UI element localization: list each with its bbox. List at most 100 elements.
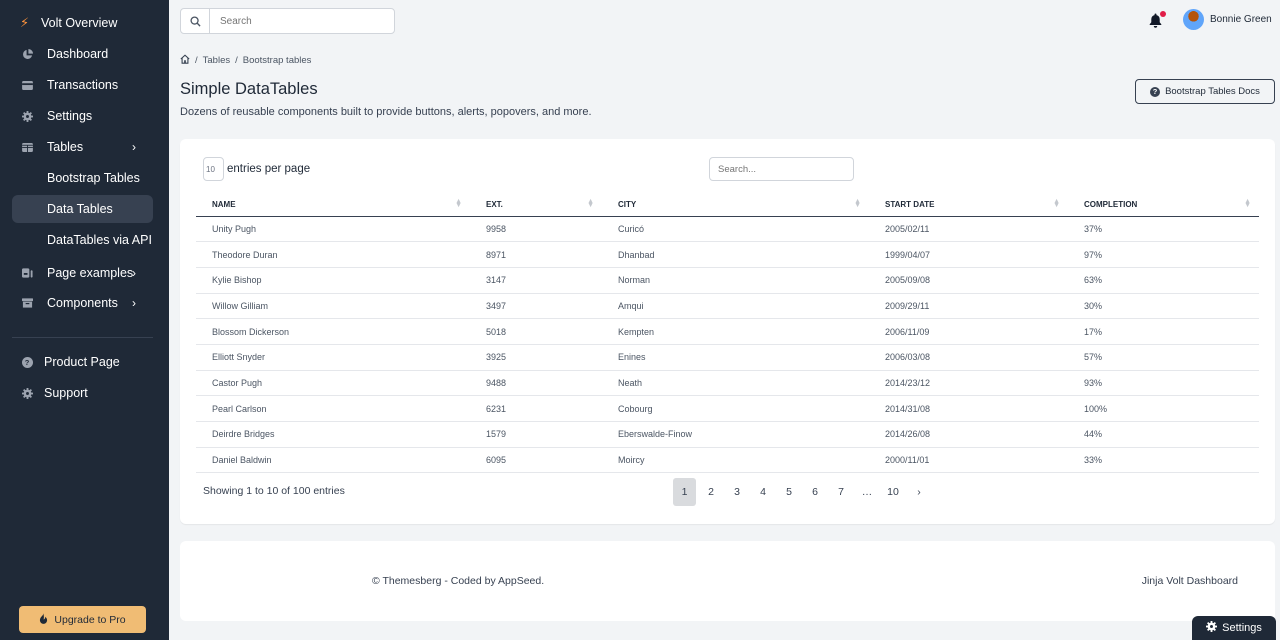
brand-link[interactable]: ⚡ Volt Overview (20, 12, 117, 34)
fire-icon (39, 612, 48, 627)
upgrade-to-pro-button[interactable]: Upgrade to Pro (19, 606, 146, 633)
sidebar-item-page-examples[interactable]: Page examples › (12, 259, 153, 287)
page-4[interactable]: 4 (750, 478, 776, 506)
table-row: Elliott Snyder 3925 Enines 2006/03/08 57% (196, 344, 1259, 371)
table-row: Unity Pugh 9958 Curicó 2005/02/11 37% (196, 216, 1259, 243)
chevron-right-icon: › (132, 266, 136, 280)
cell-city: Enines (602, 344, 869, 371)
sidebar-item-bootstrap-tables[interactable]: Bootstrap Tables (12, 164, 153, 192)
cell-name: Castor Pugh (196, 370, 470, 397)
cell-start-date: 2000/11/01 (869, 447, 1068, 474)
gear-icon (21, 110, 33, 122)
column-header-completion[interactable]: COMPLETION ▲ ▼ (1068, 193, 1259, 217)
gear-icon (1206, 621, 1218, 635)
cell-name: Willow Gilliam (196, 293, 470, 320)
sidebar-item-dashboard[interactable]: Dashboard (12, 40, 153, 68)
data-table: NAME ▲ ▼ EXT. ▲ ▼ CITY ▲ ▼ START DATE ▲ ▼ COMPLE… (196, 193, 1259, 474)
cell-name: Blossom Dickerson (196, 318, 470, 345)
cell-completion: 63% (1068, 267, 1259, 294)
page-ellipsis: … (861, 486, 873, 498)
sidebar-item-transactions[interactable]: Transactions (12, 71, 153, 99)
cell-city: Curicó (602, 216, 869, 243)
sort-icon: ▲ ▼ (587, 198, 594, 209)
cell-start-date: 2014/31/08 (869, 395, 1068, 422)
next-page-button[interactable]: › (906, 478, 932, 506)
cell-completion: 100% (1068, 395, 1259, 422)
cell-ext: 3147 (470, 267, 602, 294)
cell-completion: 44% (1068, 421, 1259, 448)
table-row: Pearl Carlson 6231 Cobourg 2014/31/08 100% (196, 395, 1259, 422)
credit-card-icon (21, 79, 33, 91)
table-header-row: NAME ▲ ▼ EXT. ▲ ▼ CITY ▲ ▼ START DATE ▲ ▼ COMPLE… (196, 193, 1259, 217)
table-row: Willow Gilliam 3497 Amqui 2009/29/11 30% (196, 293, 1259, 320)
cell-city: Dhanbad (602, 241, 869, 268)
cell-ext: 8971 (470, 241, 602, 268)
avatar[interactable] (1183, 9, 1204, 30)
bootstrap-tables-docs-button[interactable]: ? Bootstrap Tables Docs (1135, 79, 1275, 104)
footer-copyright[interactable]: © Themesberg - Coded by AppSeed. (372, 575, 544, 587)
datatable-card: 10 entries per page NAME▲▼ EXT.▲▼ CITY▲▼… (180, 139, 1275, 524)
table-row: Deirdre Bridges 1579 Eberswalde-Finow 2014/… (196, 421, 1259, 448)
page-subtitle: Dozens of reusable components built to p… (180, 106, 592, 118)
page-7[interactable]: 7 (828, 478, 854, 506)
column-header-name[interactable]: NAME ▲ ▼ (196, 193, 470, 217)
cell-completion: 30% (1068, 293, 1259, 320)
gear-icon (21, 387, 33, 399)
table-info: Showing 1 to 10 of 100 entries (203, 485, 345, 497)
page-5[interactable]: 5 (776, 478, 802, 506)
cell-start-date: 2005/09/08 (869, 267, 1068, 294)
column-header-start-date[interactable]: START DATE ▲ ▼ (869, 193, 1068, 217)
question-circle-icon: ? (21, 356, 33, 368)
sort-icon: ▲ ▼ (455, 198, 462, 209)
cell-start-date: 2006/11/09 (869, 318, 1068, 345)
sidebar-item-settings[interactable]: Settings (12, 102, 153, 130)
breadcrumb-tables[interactable]: Tables (203, 55, 230, 66)
column-header-ext[interactable]: EXT. ▲ ▼ (470, 193, 602, 217)
home-icon[interactable] (180, 54, 190, 67)
footer-right-link[interactable]: Jinja Volt Dashboard (1142, 575, 1238, 587)
page-3[interactable]: 3 (724, 478, 750, 506)
cell-city: Cobourg (602, 395, 869, 422)
per-page-control: 10 entries per page (203, 157, 310, 181)
user-name[interactable]: Bonnie Green (1210, 14, 1272, 25)
cell-city: Moircy (602, 447, 869, 474)
footer: © Themesberg - Coded by AppSeed. Jinja V… (180, 541, 1275, 621)
column-header-city[interactable]: CITY ▲ ▼ (602, 193, 869, 217)
datatable-search-input[interactable] (709, 157, 854, 181)
settings-fab-button[interactable]: Settings (1192, 616, 1276, 640)
cell-completion: 17% (1068, 318, 1259, 345)
sidebar-item-components[interactable]: Components › (12, 289, 153, 317)
cell-start-date: 2014/23/12 (869, 370, 1068, 397)
page-10[interactable]: 10 (880, 478, 906, 506)
cell-name: Kylie Bishop (196, 267, 470, 294)
notifications-button[interactable] (1149, 11, 1166, 29)
cell-ext: 6231 (470, 395, 602, 422)
chevron-right-icon: › (132, 140, 136, 154)
question-circle-icon: ? (1150, 86, 1161, 97)
sidebar-item-tables[interactable]: Tables › (12, 133, 153, 161)
per-page-select[interactable]: 10 (203, 157, 224, 181)
sidebar-item-product-page[interactable]: ? Product Page (12, 348, 153, 376)
cell-name: Pearl Carlson (196, 395, 470, 422)
cell-ext: 3925 (470, 344, 602, 371)
cell-completion: 57% (1068, 344, 1259, 371)
table-row: Castor Pugh 9488 Neath 2014/23/12 93% (196, 370, 1259, 397)
sidebar-item-datatables-api[interactable]: DataTables via API (12, 226, 153, 254)
cell-ext: 3497 (470, 293, 602, 320)
cell-name: Theodore Duran (196, 241, 470, 268)
table-icon (21, 141, 33, 153)
sort-icon: ▲ ▼ (854, 198, 861, 209)
topbar-search-input[interactable] (210, 9, 394, 33)
pagination: 1 2 3 4 5 6 7 … 10 › (673, 478, 932, 506)
sidebar-item-support[interactable]: Support (12, 379, 153, 407)
sort-icon: ▲ ▼ (1053, 198, 1060, 209)
page-1[interactable]: 1 (673, 478, 696, 506)
page-2[interactable]: 2 (698, 478, 724, 506)
sidebar-item-data-tables[interactable]: Data Tables (12, 195, 153, 223)
cell-ext: 5018 (470, 318, 602, 345)
cell-city: Kempten (602, 318, 869, 345)
page-6[interactable]: 6 (802, 478, 828, 506)
cell-ext: 6095 (470, 447, 602, 474)
cell-completion: 33% (1068, 447, 1259, 474)
cell-start-date: 1999/04/07 (869, 241, 1068, 268)
